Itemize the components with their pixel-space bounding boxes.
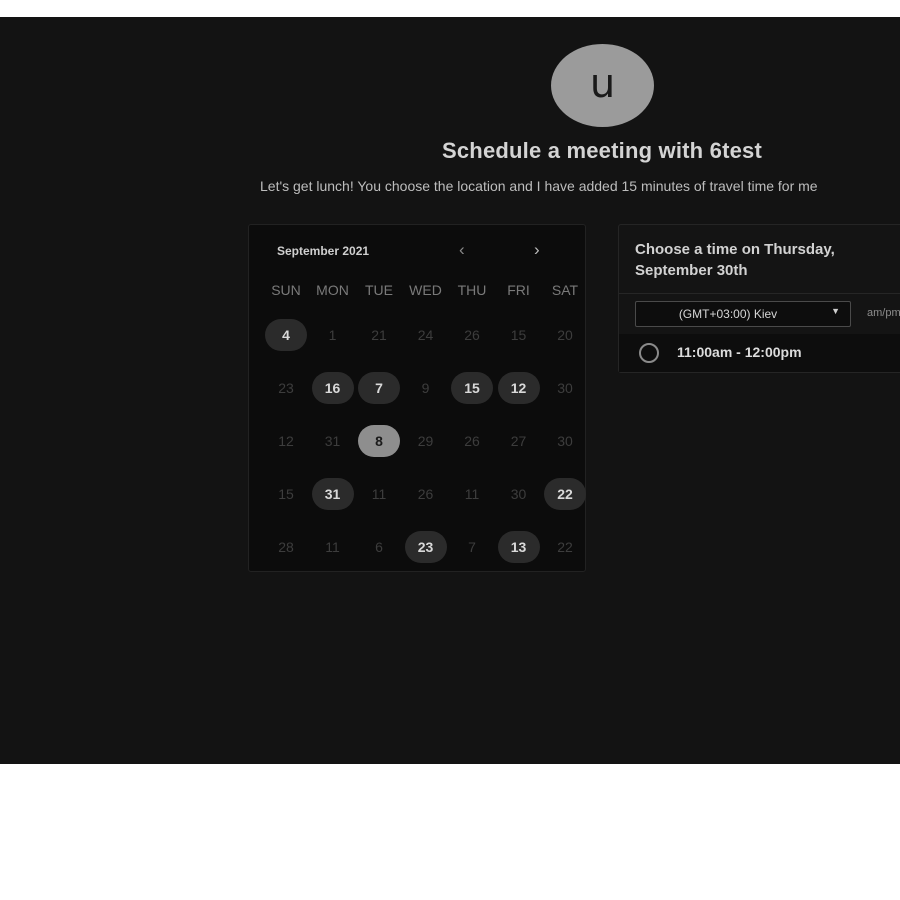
calendar-cell: 12 — [496, 366, 542, 410]
calendar-day: 9 — [421, 380, 430, 396]
calendar-cell: 24 — [403, 313, 449, 357]
calendar-day-available[interactable]: 15 — [451, 372, 493, 404]
weekday-label: FRI — [507, 282, 530, 298]
calendar-day: 27 — [510, 433, 527, 449]
calendar-day-available[interactable]: 31 — [311, 478, 354, 510]
calendar-cell: 23 — [403, 525, 449, 569]
calendar-cell: 20 — [542, 313, 588, 357]
calendar-day: 11 — [464, 486, 480, 502]
calendar-day: 29 — [417, 433, 434, 449]
calendar-cell: 27 — [496, 419, 542, 463]
weekday-label: MON — [316, 282, 349, 298]
previous-month-button[interactable]: ‹ — [459, 240, 465, 260]
calendar-day: 23 — [278, 380, 294, 396]
caret-down-icon: ▼ — [831, 306, 840, 316]
calendar-cell: 13 — [496, 525, 542, 569]
calendar-cell: 9 — [403, 366, 449, 410]
calendar-day-available[interactable]: 4 — [265, 319, 307, 351]
calendar-cell: 22 — [542, 525, 588, 569]
calendar-day-selected[interactable]: 8 — [358, 425, 400, 457]
time-format-toggle[interactable]: am/pm — [867, 307, 900, 319]
calendar-day: 22 — [557, 539, 573, 555]
calendar-cell: 8 — [356, 419, 402, 463]
calendar-cell: 26 — [403, 472, 449, 516]
calendar: September 2021 ‹ › SUN MON TUE WED THU FRI SAT… — [248, 224, 586, 572]
calendar-cell: 11 — [310, 525, 356, 569]
avatar-letter: u — [589, 60, 616, 107]
time-slot[interactable]: 11:00am - 12:00pm — [619, 334, 900, 372]
calendar-cell: 16 — [310, 366, 356, 410]
event-description: Let's get lunch! You choose the location… — [260, 178, 818, 194]
calendar-month-label: September 2021 — [277, 244, 370, 258]
time-slot-label: 11:00am - 12:00pm — [677, 344, 802, 360]
calendar-day: 26 — [464, 327, 480, 343]
calendar-day: 20 — [557, 327, 573, 343]
calendar-day: 6 — [375, 539, 383, 555]
calendar-day-available[interactable]: 13 — [497, 531, 540, 563]
calendar-cell: 4 — [263, 313, 309, 357]
calendar-day: 12 — [278, 433, 294, 449]
calendar-day: 11 — [371, 486, 387, 502]
calendar-cell: 11 — [356, 472, 402, 516]
calendar-day: 30 — [557, 433, 573, 449]
calendar-day: 26 — [417, 486, 434, 502]
scheduler-page: u Schedule a meeting with 6test Let's ge… — [0, 17, 900, 764]
calendar-day: 15 — [278, 486, 294, 502]
calendar-day-available[interactable]: 7 — [358, 372, 400, 404]
weekday-label: SUN — [271, 282, 301, 298]
calendar-cell: 30 — [542, 366, 588, 410]
calendar-day: 1 — [328, 327, 337, 343]
calendar-cell: 1 — [310, 313, 356, 357]
calendar-cell: 23 — [263, 366, 309, 410]
calendar-cell: 12 — [263, 419, 309, 463]
chevron-right-icon: › — [534, 240, 540, 259]
divider — [619, 293, 900, 294]
weekday-label: THU — [457, 282, 487, 298]
chevron-left-icon: ‹ — [459, 240, 465, 259]
calendar-day: 31 — [324, 433, 341, 449]
calendar-cell: 28 — [263, 525, 309, 569]
time-panel-heading: Choose a time on Thursday, September 30t… — [635, 241, 835, 279]
calendar-cell: 26 — [449, 419, 495, 463]
time-panel: Choose a time on Thursday, September 30t… — [618, 224, 900, 373]
calendar-cell: 26 — [449, 313, 495, 357]
calendar-cell: 7 — [356, 366, 402, 410]
calendar-day: 30 — [510, 486, 527, 502]
calendar-day-available[interactable]: 16 — [311, 372, 354, 404]
calendar-cell: 6 — [356, 525, 402, 569]
calendar-day: 28 — [278, 539, 294, 555]
weekday-label: TUE — [365, 282, 393, 298]
calendar-cell: 15 — [449, 366, 495, 410]
radio-button[interactable] — [639, 343, 659, 363]
calendar-day-available[interactable]: 22 — [544, 478, 586, 510]
calendar-day: 11 — [325, 539, 340, 555]
calendar-cell: 22 — [542, 472, 588, 516]
calendar-cell: 30 — [496, 472, 542, 516]
calendar-day: 7 — [468, 539, 476, 555]
calendar-cell: 30 — [542, 419, 588, 463]
calendar-cell: 29 — [403, 419, 449, 463]
avatar: u — [551, 44, 654, 127]
page-title: Schedule a meeting with 6test — [442, 138, 762, 163]
calendar-cell: 31 — [310, 472, 356, 516]
calendar-cell: 31 — [310, 419, 356, 463]
calendar-day: 15 — [510, 327, 527, 343]
calendar-day-available[interactable]: 12 — [497, 372, 540, 404]
calendar-day: 30 — [557, 380, 573, 396]
calendar-cell: 7 — [449, 525, 495, 569]
timezone-value: (GMT+03:00) Kiev — [678, 307, 778, 321]
calendar-cell: 21 — [356, 313, 402, 357]
weekday-label: SAT — [551, 282, 579, 298]
next-month-button[interactable]: › — [534, 240, 540, 260]
timezone-select[interactable]: (GMT+03:00) Kiev ▼ — [635, 301, 851, 327]
calendar-day: 24 — [417, 327, 434, 343]
calendar-cell: 11 — [449, 472, 495, 516]
weekday-label: WED — [409, 282, 442, 298]
calendar-day-available[interactable]: 23 — [404, 531, 447, 563]
calendar-cell: 15 — [496, 313, 542, 357]
calendar-cell: 15 — [263, 472, 309, 516]
calendar-day: 21 — [371, 327, 387, 343]
calendar-day: 26 — [464, 433, 480, 449]
